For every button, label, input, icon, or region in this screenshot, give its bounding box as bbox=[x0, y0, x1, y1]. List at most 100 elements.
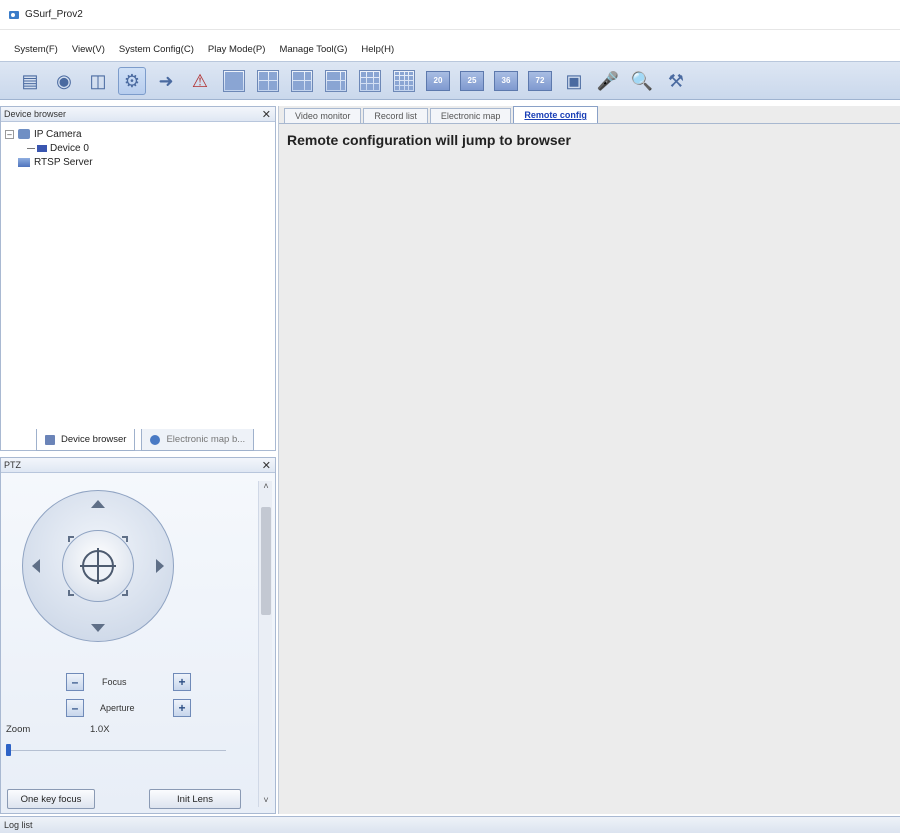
focus-plus-button[interactable]: + bbox=[173, 673, 191, 691]
electronic-map-icon: ◉ bbox=[56, 70, 72, 91]
scroll-down-icon[interactable]: ˅ bbox=[259, 795, 273, 807]
layout-20-button[interactable]: 20 bbox=[424, 67, 452, 95]
menu-manage-tool[interactable]: Manage Tool(G) bbox=[279, 44, 347, 55]
menu-help[interactable]: Help(H) bbox=[361, 44, 394, 55]
ptz-panel: PTZ ✕ – Focus + – Aperture + Zoom 1.0X O… bbox=[0, 457, 276, 814]
tab-electronic-map[interactable]: Electronic map b... bbox=[141, 429, 255, 451]
ptz-body: – Focus + – Aperture + Zoom 1.0X One key… bbox=[1, 473, 275, 813]
one-key-focus-label: One key focus bbox=[20, 793, 82, 805]
tab-video-monitor[interactable]: Video monitor bbox=[284, 108, 362, 123]
log-list-bar[interactable]: Log list bbox=[0, 816, 900, 833]
layout-16-icon bbox=[393, 69, 415, 92]
menu-play-mode[interactable]: Play Mode(P) bbox=[208, 44, 266, 55]
menu-view[interactable]: View(V) bbox=[72, 44, 105, 55]
log-list-label: Log list bbox=[4, 820, 33, 830]
talk-button[interactable]: 🎤 bbox=[594, 67, 622, 95]
tab-device-browser[interactable]: Device browser bbox=[36, 429, 136, 451]
alarm-button[interactable]: ⚠ bbox=[186, 67, 214, 95]
arrow-down-right-icon[interactable] bbox=[122, 590, 128, 596]
window-title: GSurf_Prov2 bbox=[25, 9, 83, 20]
tools-icon: ⚒ bbox=[667, 70, 685, 91]
init-lens-label: Init Lens bbox=[177, 793, 213, 805]
ptz-scrollbar[interactable]: ˄ ˅ bbox=[258, 481, 272, 807]
arrow-down-icon[interactable] bbox=[91, 624, 105, 632]
layout-36-icon: 36 bbox=[494, 70, 518, 91]
tools-button[interactable]: ⚒ bbox=[662, 67, 690, 95]
scroll-up-icon[interactable]: ˄ bbox=[259, 481, 273, 493]
ptz-direction-pad[interactable] bbox=[22, 490, 174, 642]
main-area: Video monitor Record list Electronic map… bbox=[278, 106, 900, 814]
tab-record-list[interactable]: Record list bbox=[363, 108, 428, 123]
focus-row: – Focus + bbox=[1, 671, 261, 693]
remote-config-icon: ⚙ bbox=[123, 70, 141, 91]
remote-config-button[interactable]: ⚙ bbox=[118, 66, 146, 95]
device-icon bbox=[37, 144, 47, 152]
layout-20-icon: 20 bbox=[426, 70, 450, 91]
layout-1-button[interactable] bbox=[220, 67, 248, 95]
collapse-icon[interactable]: – bbox=[5, 129, 14, 139]
focus-label: Focus bbox=[102, 677, 127, 687]
arrow-up-icon[interactable] bbox=[91, 500, 105, 508]
tree-connector bbox=[27, 147, 35, 149]
aperture-minus-button[interactable]: – bbox=[66, 699, 84, 717]
close-icon[interactable]: ✕ bbox=[262, 108, 271, 121]
tree-node-device-0[interactable]: Device 0 bbox=[5, 141, 93, 155]
search-button[interactable]: 🔍 bbox=[628, 67, 656, 95]
focus-minus-button[interactable]: – bbox=[66, 673, 84, 691]
tab-electronic-map-main[interactable]: Electronic map bbox=[429, 108, 512, 123]
arrow-right-icon[interactable] bbox=[156, 559, 164, 573]
zoom-row: Zoom 1.0X bbox=[6, 724, 226, 735]
device-browser-button[interactable]: ▤ bbox=[16, 67, 44, 95]
aperture-plus-button[interactable]: + bbox=[173, 699, 191, 717]
layout-25-icon: 25 bbox=[460, 70, 484, 91]
app-icon bbox=[8, 9, 20, 21]
electronic-map-tab-icon bbox=[150, 434, 161, 445]
fullscreen-icon: ▣ bbox=[565, 70, 583, 91]
layout-16-button[interactable] bbox=[390, 67, 418, 95]
layout-9-button[interactable] bbox=[356, 67, 384, 95]
arrow-left-icon[interactable] bbox=[32, 559, 40, 573]
device-tree: – IP Camera Device 0 RTSP Server bbox=[5, 127, 93, 169]
scroll-thumb[interactable] bbox=[261, 507, 271, 615]
init-lens-button[interactable]: Init Lens bbox=[149, 789, 241, 809]
tab-electronic-map-label: Electronic map b... bbox=[166, 434, 246, 445]
aperture-row: – Aperture + bbox=[1, 697, 261, 719]
zoom-slider-thumb[interactable] bbox=[6, 744, 11, 756]
tree-node-ip-camera[interactable]: – IP Camera bbox=[5, 127, 93, 141]
arrow-down-left-icon[interactable] bbox=[68, 590, 74, 596]
ptz-header: PTZ ✕ bbox=[1, 458, 275, 473]
server-icon bbox=[18, 157, 30, 167]
device-browser-header: Device browser ✕ bbox=[1, 107, 275, 122]
tab-remote-config[interactable]: Remote config bbox=[513, 106, 598, 123]
main-toolbar: ▤ ◉ ◫ ⚙ ➜ ⚠ 20 25 36 72 ▣ 🎤 🔍 ⚒ bbox=[0, 61, 900, 100]
layout-8-button[interactable] bbox=[322, 67, 350, 95]
layout-72-button[interactable]: 72 bbox=[526, 67, 554, 95]
record-button[interactable]: ◫ bbox=[84, 67, 112, 95]
fullscreen-button[interactable]: ▣ bbox=[560, 67, 588, 95]
tree-label-device-0: Device 0 bbox=[50, 142, 89, 154]
layout-25-button[interactable]: 25 bbox=[458, 67, 486, 95]
layout-8-icon bbox=[325, 69, 347, 92]
electronic-map-button[interactable]: ◉ bbox=[50, 67, 78, 95]
main-tabs: Video monitor Record list Electronic map… bbox=[284, 106, 600, 123]
menu-system-config[interactable]: System Config(C) bbox=[119, 44, 194, 55]
device-browser-panel: Device browser ✕ – IP Camera Device 0 RT… bbox=[0, 106, 276, 451]
zoom-value: 1.0X bbox=[90, 724, 110, 735]
layout-72-icon: 72 bbox=[528, 70, 552, 91]
export-button[interactable]: ➜ bbox=[152, 67, 180, 95]
close-icon[interactable]: ✕ bbox=[262, 459, 271, 472]
arrow-up-right-icon[interactable] bbox=[122, 536, 128, 542]
menu-bar: System(F) View(V) System Config(C) Play … bbox=[0, 40, 900, 58]
layout-36-button[interactable]: 36 bbox=[492, 67, 520, 95]
device-browser-icon: ▤ bbox=[21, 70, 39, 91]
one-key-focus-button[interactable]: One key focus bbox=[7, 789, 95, 809]
window-titlebar[interactable]: GSurf_Prov2 bbox=[0, 0, 900, 30]
menu-system[interactable]: System(F) bbox=[14, 44, 58, 55]
layout-4-button[interactable] bbox=[254, 67, 282, 95]
layout-6-button[interactable] bbox=[288, 67, 316, 95]
tree-node-rtsp-server[interactable]: RTSP Server bbox=[5, 155, 93, 169]
ptz-center-crosshair-icon[interactable] bbox=[80, 548, 116, 584]
tree-label-ip-camera: IP Camera bbox=[34, 128, 82, 140]
zoom-slider-track[interactable] bbox=[6, 750, 226, 751]
arrow-up-left-icon[interactable] bbox=[68, 536, 74, 542]
